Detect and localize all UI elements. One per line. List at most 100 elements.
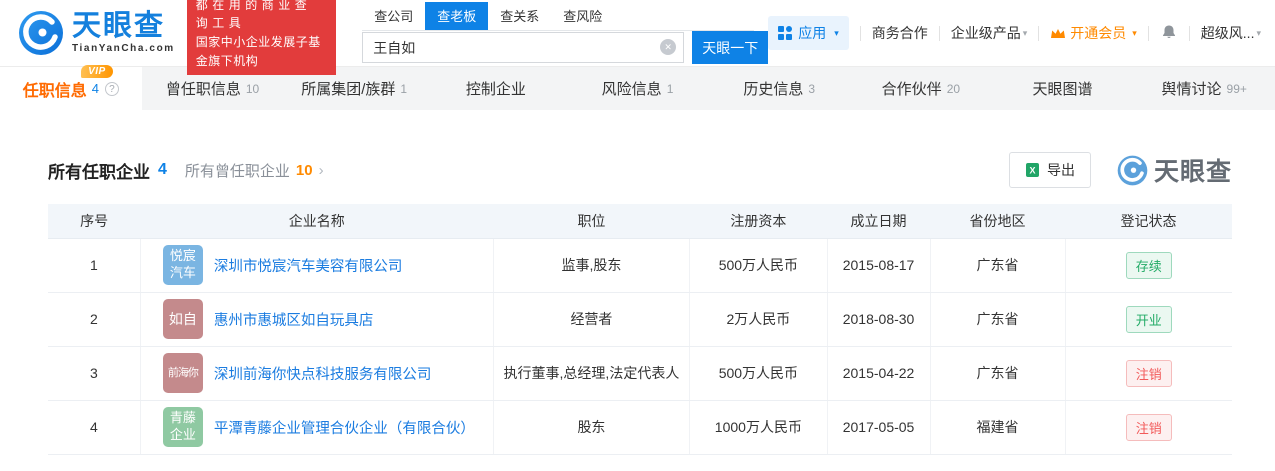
watermark-swirl-icon: [1117, 155, 1148, 186]
table-header-row: 序号 企业名称 职位 注册资本 成立日期 省份地区 登记状态: [48, 204, 1232, 238]
company-name-link[interactable]: 平潭青藤企业管理合伙企业（有限合伙）: [214, 417, 475, 438]
company-cell: 悦宸汽车 深圳市悦宸汽车美容有限公司: [140, 238, 493, 292]
search-block: 查公司 查老板 查关系 查风险 ✕ 天眼一下: [362, 2, 768, 64]
company-logo: 青藤企业: [163, 407, 203, 447]
col-company-name: 企业名称: [140, 204, 493, 238]
export-button[interactable]: X 导出: [1009, 152, 1091, 188]
status-cell: 注销: [1065, 346, 1232, 400]
company-name-link[interactable]: 惠州市惠城区如自玩具店: [214, 309, 374, 330]
watermark-logo: 天眼查: [1117, 152, 1232, 188]
chevron-down-icon: ▾: [1023, 28, 1028, 39]
tab-label: 曾任职信息: [166, 78, 241, 99]
search-tab-risk[interactable]: 查风险: [551, 2, 614, 30]
tab-public-opinion[interactable]: 舆情讨论 99+: [1133, 67, 1275, 110]
table-row: 2 如自 惠州市惠城区如自玩具店 经营者 2万人民币 2018-08-30 广东…: [48, 292, 1232, 346]
slogan-line2: 国家中小企业发展子基金旗下机构: [196, 33, 327, 70]
tab-label: 天眼图谱: [1033, 78, 1093, 99]
chevron-down-icon: ▾: [1132, 28, 1137, 39]
main-content: 所有任职企业 4 所有曾任职企业 10 › X 导出 天眼查: [0, 152, 1275, 455]
company-name-link[interactable]: 深圳前海你快点科技服务有限公司: [214, 363, 432, 384]
search-input[interactable]: [362, 32, 684, 63]
divider: [1038, 26, 1039, 41]
search-row: ✕ 天眼一下: [362, 31, 768, 64]
content-header: 所有任职企业 4 所有曾任职企业 10 › X 导出 天眼查: [48, 152, 1232, 188]
col-province: 省份地区: [930, 204, 1065, 238]
capital-cell: 500万人民币: [690, 238, 827, 292]
date-cell: 2017-05-05: [827, 400, 930, 454]
row-index: 1: [48, 238, 140, 292]
company-logo: 前海你: [163, 353, 203, 393]
date-cell: 2018-08-30: [827, 292, 930, 346]
page-tabs: 任职信息 VIP 4 ? 曾任职信息 10 所属集团/族群 1 控制企业 风险信…: [0, 66, 1275, 110]
position-cell: 监事,股东: [493, 238, 690, 292]
apps-label: 应用: [798, 23, 826, 43]
company-cell: 青藤企业 平潭青藤企业管理合伙企业（有限合伙）: [140, 400, 493, 454]
status-badge: 开业: [1126, 306, 1172, 333]
status-badge: 注销: [1126, 360, 1172, 387]
divider: [1189, 26, 1190, 41]
search-tab-relation[interactable]: 查关系: [488, 2, 551, 30]
table-row: 1 悦宸汽车 深圳市悦宸汽车美容有限公司 监事,股东 500万人民币 2015-…: [48, 238, 1232, 292]
svg-text:X: X: [1029, 166, 1035, 176]
logo-subtext: TianYanCha.com: [72, 44, 175, 54]
col-registered-capital: 注册资本: [690, 204, 827, 238]
apps-button[interactable]: 应用 ▾: [768, 16, 849, 50]
row-index: 3: [48, 346, 140, 400]
chevron-down-icon: ▾: [1256, 28, 1261, 39]
watermark-text: 天眼查: [1154, 152, 1232, 188]
position-cell: 股东: [493, 400, 690, 454]
tianyancha-logo[interactable]: 天眼查 TianYanCha.com: [18, 10, 175, 56]
enterprise-products-link[interactable]: 企业级产品 ▾: [951, 23, 1028, 43]
notification-bell-icon[interactable]: [1160, 24, 1178, 42]
tab-history-info[interactable]: 历史信息 3: [708, 67, 850, 110]
province-cell: 广东省: [930, 346, 1065, 400]
enterprise-products-label: 企业级产品: [951, 23, 1021, 43]
super-risk-link[interactable]: 超级风... ▾: [1201, 23, 1261, 43]
help-question-icon[interactable]: ?: [105, 82, 119, 96]
tab-count: 10: [246, 82, 259, 96]
tab-partners[interactable]: 合作伙伴 20: [850, 67, 992, 110]
company-table-body: 1 悦宸汽车 深圳市悦宸汽车美容有限公司 监事,股东 500万人民币 2015-…: [48, 238, 1232, 454]
brand-slogan-badge: 都在用的商业查询工具 国家中小企业发展子基金旗下机构: [187, 0, 336, 75]
header-right-nav: 应用 ▾ 商务合作 企业级产品 ▾ 开通会员 ▾ 超级风... ▾: [768, 16, 1261, 50]
tab-group-affiliation[interactable]: 所属集团/族群 1: [283, 67, 425, 110]
former-positions-count: 10: [296, 162, 313, 179]
status-badge: 注销: [1126, 414, 1172, 441]
super-risk-label: 超级风...: [1201, 23, 1255, 43]
status-cell: 存续: [1065, 238, 1232, 292]
tab-position-info[interactable]: 任职信息 VIP 4 ?: [0, 67, 142, 110]
tab-tianyan-graph[interactable]: 天眼图谱: [992, 67, 1134, 110]
col-index: 序号: [48, 204, 140, 238]
tab-label: 风险信息: [602, 78, 662, 99]
divider: [860, 26, 861, 41]
search-button[interactable]: 天眼一下: [692, 31, 768, 64]
capital-cell: 1000万人民币: [690, 400, 827, 454]
divider: [1148, 26, 1149, 41]
table-row: 3 前海你 深圳前海你快点科技服务有限公司 执行董事,总经理,法定代表人 500…: [48, 346, 1232, 400]
vip-membership-link[interactable]: 开通会员 ▾: [1050, 23, 1137, 43]
chevron-down-icon: ▾: [834, 28, 839, 39]
province-cell: 福建省: [930, 400, 1065, 454]
col-registration-status: 登记状态: [1065, 204, 1232, 238]
business-cooperation-link[interactable]: 商务合作: [872, 23, 928, 43]
position-cell: 执行董事,总经理,法定代表人: [493, 346, 690, 400]
search-tab-boss[interactable]: 查老板: [425, 2, 488, 30]
company-cell: 前海你 深圳前海你快点科技服务有限公司: [140, 346, 493, 400]
crown-icon: [1050, 27, 1066, 40]
tab-controlled-companies[interactable]: 控制企业: [425, 67, 567, 110]
former-positions-link[interactable]: 所有曾任职企业 10 ›: [185, 160, 324, 181]
tab-risk-info[interactable]: 风险信息 1: [567, 67, 709, 110]
company-name-link[interactable]: 深圳市悦宸汽车美容有限公司: [214, 255, 403, 276]
divider: [939, 26, 940, 41]
logo-text: 天眼查: [72, 12, 175, 41]
col-established-date: 成立日期: [827, 204, 930, 238]
row-index: 4: [48, 400, 140, 454]
search-tab-company[interactable]: 查公司: [362, 2, 425, 30]
company-table: 序号 企业名称 职位 注册资本 成立日期 省份地区 登记状态 1 悦宸汽车 深圳…: [48, 204, 1232, 455]
export-label: 导出: [1047, 160, 1075, 180]
tab-former-positions[interactable]: 曾任职信息 10: [142, 67, 284, 110]
tab-count: 3: [808, 82, 815, 96]
tab-count: 20: [947, 82, 960, 96]
status-badge: 存续: [1126, 252, 1172, 279]
logo-swirl-icon: [18, 10, 64, 56]
